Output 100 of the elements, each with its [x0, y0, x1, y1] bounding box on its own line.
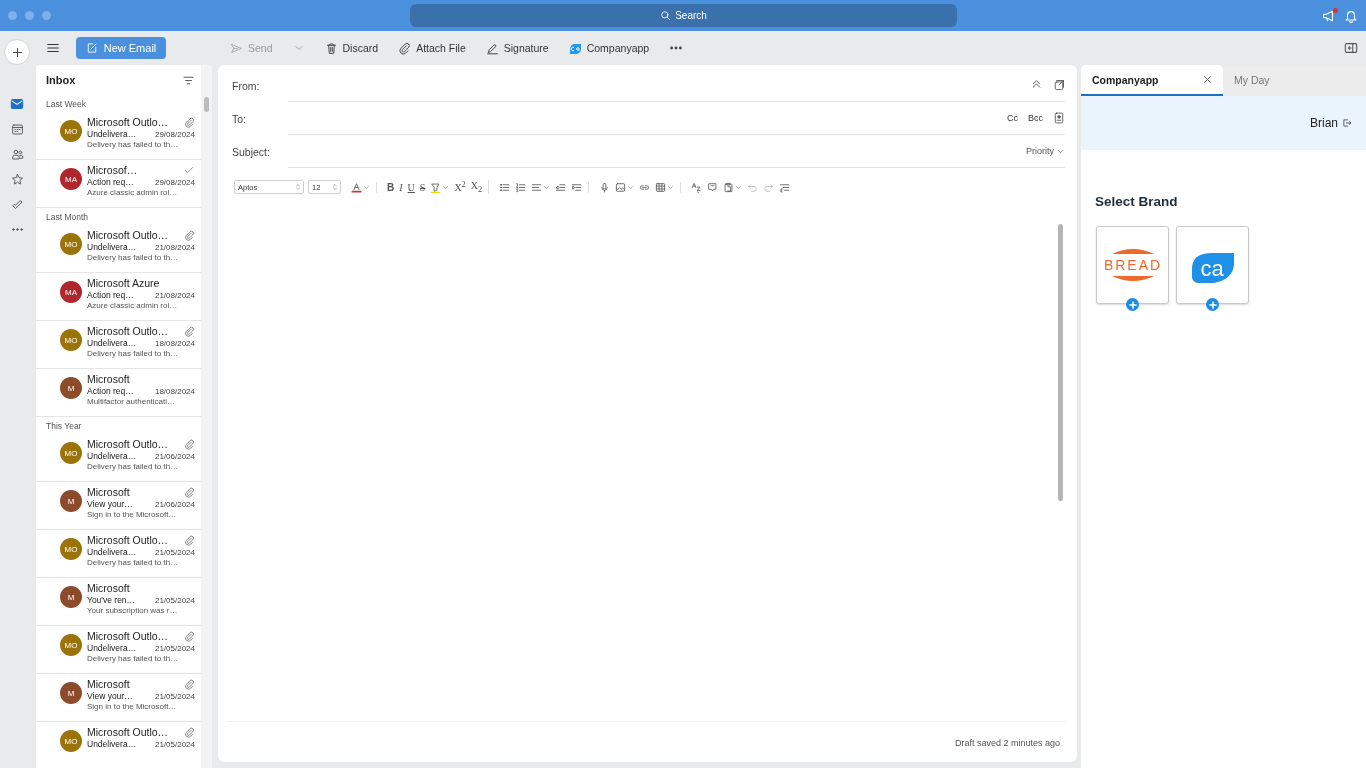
script-button[interactable]: X$_{2}$ [470, 180, 483, 194]
sign-out-button[interactable] [1342, 118, 1352, 128]
outdent-button[interactable] [555, 181, 567, 193]
discard-button[interactable]: Discard [324, 41, 379, 55]
calendar-icon-button[interactable] [10, 123, 24, 136]
subject-field[interactable]: Priority [288, 135, 1065, 168]
sender-name: Microsoft [87, 678, 130, 690]
preview-text: Delivery has failed to th… [87, 654, 180, 663]
preview-text: Delivery has failed to th… [87, 349, 180, 358]
side-panel-icon[interactable] [1344, 41, 1358, 55]
rtl-button[interactable] [779, 181, 791, 193]
bell-icon[interactable] [1344, 8, 1358, 23]
sender-name: Microsoft [87, 582, 130, 594]
bullets-button[interactable] [499, 181, 511, 193]
star-icon-button[interactable] [10, 173, 24, 186]
compose-icon [85, 42, 98, 54]
signature-button[interactable]: Signature [485, 41, 549, 55]
spinner-icon [294, 183, 302, 191]
preview-text: Sign in to the Microsoft… [87, 510, 178, 519]
indent-icon [571, 181, 583, 193]
bcc-button[interactable]: Bcc [1028, 113, 1043, 123]
bread-logo: BREAD [1099, 246, 1166, 284]
message-item[interactable]: M Microsoft You've ren… 21/05/2024 Your subscription was r… [36, 578, 201, 626]
font-color-icon [351, 181, 362, 193]
table-button[interactable] [655, 181, 675, 193]
message-item[interactable]: M Microsoft View your… 21/06/2024 Sign in to the Microsoft… [36, 482, 201, 530]
dictate-button[interactable] [599, 181, 611, 193]
close-icon[interactable] [1202, 74, 1213, 85]
indent-button[interactable] [571, 181, 583, 193]
numbering-button[interactable] [515, 181, 527, 193]
underline-button[interactable]: U [407, 181, 415, 193]
chevron-down-icon [627, 183, 635, 191]
priority-button[interactable]: Priority [1026, 146, 1065, 156]
subject-text: Undelivera… [87, 451, 137, 461]
app-button[interactable]: Companyapp [568, 42, 650, 54]
message-item[interactable]: M Microsoft View your… 21/05/2024 Sign in to the Microsoft… [36, 674, 201, 722]
window-minimize-dot[interactable] [25, 11, 34, 20]
highlight-button[interactable] [430, 181, 450, 193]
window-close-dot[interactable] [8, 11, 17, 20]
bullets-icon [499, 181, 511, 193]
italic-button[interactable]: I [399, 181, 403, 193]
preview-text: Delivery has failed to th… [87, 253, 180, 262]
section-heading: Select Brand [1095, 194, 1179, 209]
create-button[interactable] [4, 39, 30, 65]
panel-tab[interactable]: Companyapp [1081, 65, 1223, 96]
attach-button[interactable]: Attach File [398, 41, 466, 55]
avatar: MO [60, 442, 82, 464]
preview-text: Multifactor authenticati… [87, 397, 177, 406]
editor-button[interactable] [691, 181, 703, 193]
contact-card-icon [1053, 112, 1065, 124]
sender-name: Microsof… [87, 164, 138, 176]
image-icon [615, 181, 627, 193]
font-color-button[interactable] [351, 181, 370, 193]
message-item[interactable]: MO Microsoft Outlo… Undelivera… 21/05/2024 Delivery has failed to th… [36, 530, 201, 578]
scrollbar-thumb[interactable] [204, 97, 209, 112]
bold-button[interactable]: B [387, 181, 395, 193]
paste-button[interactable] [723, 181, 743, 193]
menu-button[interactable] [46, 41, 60, 55]
cc-button[interactable]: Cc [1007, 113, 1018, 123]
sender-name: Microsoft [87, 373, 130, 385]
sender-name: Microsoft Outlo… [87, 630, 169, 642]
preview-text: Delivery has failed to th… [87, 140, 180, 149]
people-icon-button[interactable] [10, 148, 24, 161]
app-logo-icon [568, 42, 582, 54]
pop-out-button[interactable] [1053, 79, 1065, 91]
message-item[interactable]: MO Microsoft Outlo… Undelivera… 21/05/2024 Delivery has failed to th… [36, 626, 201, 674]
message-item[interactable]: MA Microsoft Azure Action req… 21/08/2024 Azure classic admin rol… [36, 273, 201, 321]
message-item[interactable]: MO Microsoft Outlo… Undelivera… 18/08/2024 Delivery has failed to th… [36, 321, 201, 369]
search-field[interactable]: Search [410, 4, 957, 27]
sender-name: Microsoft Outlo… [87, 116, 169, 128]
date-text: 21/05/2024 [154, 595, 195, 605]
strike-button[interactable]: S [419, 181, 426, 193]
notification-dot [1333, 7, 1338, 13]
subject-text: Action req… [87, 290, 134, 300]
redo-icon [763, 181, 775, 193]
address-book-button[interactable] [1053, 112, 1065, 124]
image-button[interactable] [615, 181, 635, 193]
subject-text: Action req… [87, 177, 134, 187]
chevron-down-icon [667, 183, 675, 191]
window-zoom-dot[interactable] [42, 11, 51, 20]
message-item[interactable]: MO Microsoft Outlo… Undelivera… 21/08/2024 Delivery has failed to th… [36, 225, 201, 273]
date-text: 18/08/2024 [154, 386, 195, 396]
inbox-title: Inbox [46, 74, 76, 86]
message-item[interactable]: MO Microsoft Outlo… Undelivera… 29/08/2024 Delivery has failed to th… [36, 112, 201, 160]
align-button[interactable] [531, 181, 551, 193]
to-do-icon-button[interactable] [10, 198, 24, 211]
megaphone-icon[interactable] [1322, 8, 1336, 23]
message-item[interactable]: MO Microsoft Outlo… Undelivera… 21/06/2024 Delivery has failed to th… [36, 434, 201, 482]
mail-icon [10, 97, 24, 111]
to-do-icon [10, 198, 24, 211]
scrollbar-thumb[interactable] [1058, 224, 1063, 501]
avatar: M [60, 490, 82, 512]
subject-text: Undelivera… [87, 547, 137, 557]
sensitivity-button[interactable] [707, 181, 719, 193]
editor-icon [691, 181, 703, 193]
mail-icon-button[interactable] [10, 97, 24, 111]
chevron-down-icon [442, 183, 450, 191]
to-field[interactable]: Cc Bcc [288, 102, 1065, 135]
script-button[interactable]: X$^{2}$ [454, 180, 466, 194]
panel-tab[interactable]: My Day [1223, 65, 1365, 96]
